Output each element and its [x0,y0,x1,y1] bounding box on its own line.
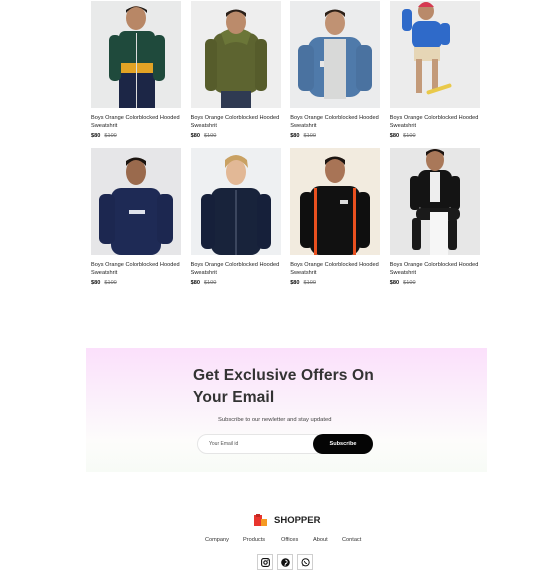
product-card[interactable]: Boys Orange Colorblocked Hooded Sweatshr… [389,1,480,139]
instagram-icon[interactable] [257,554,273,570]
pinterest-icon[interactable] [277,554,293,570]
product-image[interactable] [190,1,281,108]
product-image[interactable] [389,1,480,108]
product-old-price: $100 [104,132,117,139]
footer-nav: Company Products Offices About Contact [205,537,370,543]
product-image[interactable] [91,1,181,108]
price-row: $80 $100 [191,280,281,286]
social-links [257,554,313,570]
product-old-price: $100 [303,279,316,286]
product-price: $80 [190,279,200,286]
price-row: $80 $100 [91,280,181,286]
footer-logo[interactable]: SHOPPER [254,513,320,527]
product-price: $80 [190,132,200,139]
product-image[interactable] [290,1,381,108]
price-row: $80 $100 [191,133,281,139]
product-title[interactable]: Boys Orange Colorblocked Hooded Sweatshr… [390,114,480,131]
product-image[interactable] [290,147,381,255]
product-old-price: $100 [104,279,117,286]
product-grid: Boys Orange Colorblocked Hooded Sweatshr… [91,1,480,286]
product-price: $80 [389,279,400,286]
product-price: $80 [290,279,300,286]
shopper-logo-icon [254,514,267,526]
product-old-price: $100 [203,132,217,139]
footer-link-offices[interactable]: Offices [281,537,313,543]
whatsapp-icon[interactable] [297,554,313,570]
footer-link-contact[interactable]: Contact [342,537,361,543]
product-old-price: $100 [303,132,316,139]
product-card[interactable]: Boys Orange Colorblocked Hooded Sweatshr… [290,1,381,139]
price-row: $80 $100 [390,133,480,139]
price-row: $80 $100 [290,280,380,286]
product-old-price: $100 [203,279,217,286]
product-card[interactable]: Boys Orange Colorblocked Hooded Sweatshr… [91,1,181,139]
newsletter-subtitle: Subscribe to our newletter and stay upda… [218,417,332,423]
product-image[interactable] [389,147,480,255]
price-row: $80 $100 [290,133,380,139]
price-row: $80 $100 [390,280,480,286]
product-title[interactable]: Boys Orange Colorblocked Hooded Sweatshr… [191,261,281,278]
price-row: $80 $100 [91,133,181,139]
brand-name: SHOPPER [274,514,321,526]
product-card[interactable]: Boys Orange Colorblocked Hooded Sweatshr… [190,1,281,139]
footer-link-company[interactable]: Company [205,537,243,543]
product-price: $80 [91,132,101,139]
product-old-price: $100 [403,132,416,139]
product-old-price: $100 [403,279,416,286]
product-title[interactable]: Boys Orange Colorblocked Hooded Sweatshr… [91,114,181,131]
product-card[interactable]: Boys Orange Colorblocked Hooded Sweatshr… [389,147,480,286]
product-price: $80 [91,279,101,286]
product-title[interactable]: Boys Orange Colorblocked Hooded Sweatshr… [390,261,480,278]
product-card[interactable]: Boys Orange Colorblocked Hooded Sweatshr… [91,147,181,286]
newsletter-form: Subscribe [197,434,373,454]
product-image[interactable] [91,147,181,255]
newsletter-section: Get Exclusive Offers On Your Email Subsc… [86,348,487,472]
product-card[interactable]: Boys Orange Colorblocked Hooded Sweatshr… [190,147,281,286]
product-title[interactable]: Boys Orange Colorblocked Hooded Sweatshr… [290,261,380,278]
product-price: $80 [389,132,400,139]
product-price: $80 [290,132,300,139]
footer-link-products[interactable]: Products [243,537,281,543]
product-title[interactable]: Boys Orange Colorblocked Hooded Sweatshr… [91,261,181,278]
email-input[interactable] [197,434,325,454]
product-card[interactable]: Boys Orange Colorblocked Hooded Sweatshr… [290,147,381,286]
subscribe-button[interactable]: Subscribe [313,434,373,454]
product-title[interactable]: Boys Orange Colorblocked Hooded Sweatshr… [191,114,281,131]
product-title[interactable]: Boys Orange Colorblocked Hooded Sweatshr… [290,114,380,131]
newsletter-title: Get Exclusive Offers On Your Email [193,367,374,406]
product-image[interactable] [190,147,281,255]
footer-link-about[interactable]: About [313,537,342,543]
